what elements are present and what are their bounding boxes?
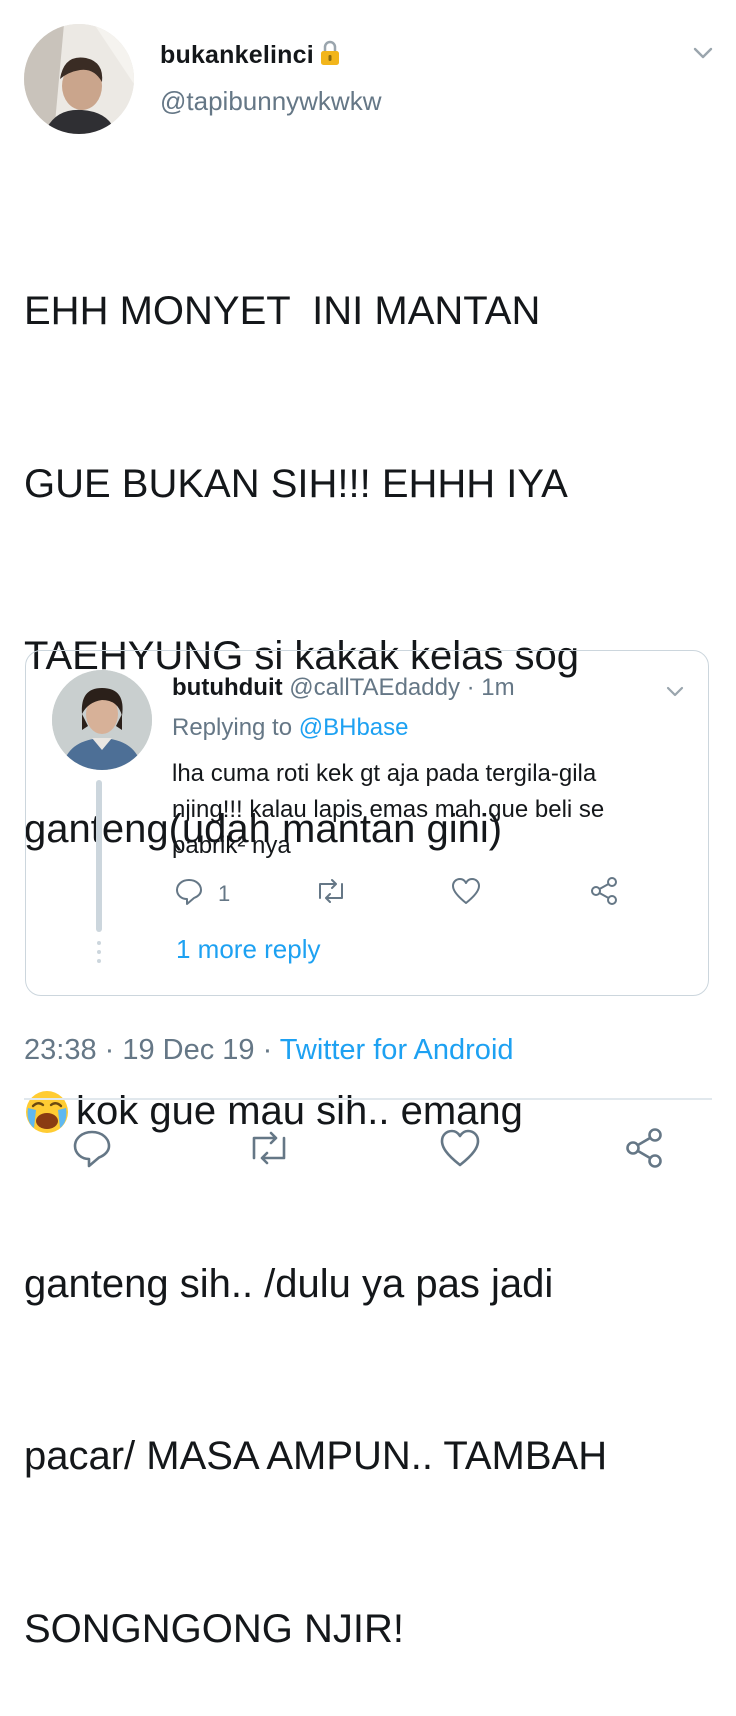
share-icon <box>588 876 620 912</box>
reply-count: 1 <box>218 881 231 906</box>
author-name[interactable]: bukankelinci <box>160 40 340 73</box>
author-display-name: bukankelinci <box>160 41 314 69</box>
thread-dot <box>97 950 101 954</box>
thread-dot <box>97 959 101 963</box>
heart-icon <box>450 876 482 912</box>
tweet-text-line: ganteng sih.. /dulu ya pas jadi <box>24 1261 554 1306</box>
reply-button[interactable] <box>68 1124 116 1172</box>
reply-icon <box>174 876 204 912</box>
quote-retweet-button[interactable] <box>314 876 348 912</box>
tweet-text-line: SONGNGONG NJIR! <box>24 1606 405 1651</box>
quote-handle-meta: @callTAEdaddy · 1m <box>282 674 515 701</box>
quote-display-name: butuhduit <box>172 674 283 701</box>
retweet-button[interactable] <box>244 1124 292 1172</box>
tweet-text-line: pacar/ MASA AMPUN.. TAMBAH <box>24 1434 608 1478</box>
reply-icon <box>68 1130 116 1176</box>
tweet-text-line: EHH MONYET INI MANTAN <box>24 289 541 333</box>
retweet-icon <box>244 1131 292 1176</box>
more-replies-link[interactable]: 1 more reply <box>176 934 321 965</box>
quote-header[interactable]: butuhduit @callTAEdaddy · 1m <box>172 674 515 702</box>
retweet-icon <box>314 876 348 912</box>
timestamp-text: 23:38 · 19 Dec 19 · <box>24 1034 280 1066</box>
tweet-source-link[interactable]: Twitter for Android <box>280 1034 514 1066</box>
quote-share-button[interactable] <box>588 876 620 912</box>
thread-dot <box>97 941 101 945</box>
replying-to-prefix: Replying to <box>172 714 299 741</box>
author-handle[interactable]: @tapibunnywkwkw <box>160 86 381 117</box>
replying-to: Replying to @BHbase <box>172 714 409 742</box>
quote-text: lha cuma roti kek gt aja pada tergila-gi… <box>172 760 605 859</box>
chevron-down-icon[interactable] <box>664 680 686 707</box>
divider <box>24 1098 712 1100</box>
tweet-timestamp: 23:38 · 19 Dec 19 · Twitter for Android <box>24 1034 514 1067</box>
tweet-text-line: GUE BUKAN SIH!!! EHHH IYA <box>24 461 568 506</box>
thread-connector-line <box>96 780 102 932</box>
quote-reply-button[interactable]: 1 <box>174 876 230 912</box>
heart-icon <box>436 1129 484 1176</box>
replying-to-mention[interactable]: @BHbase <box>299 714 409 741</box>
quote-like-button[interactable] <box>450 876 482 912</box>
quote-author-avatar[interactable] <box>52 670 152 770</box>
chevron-down-icon[interactable] <box>690 40 716 71</box>
share-button[interactable] <box>620 1124 668 1172</box>
share-icon <box>620 1128 668 1176</box>
lock-icon <box>320 40 340 73</box>
like-button[interactable] <box>436 1124 484 1172</box>
author-avatar[interactable] <box>24 24 134 134</box>
